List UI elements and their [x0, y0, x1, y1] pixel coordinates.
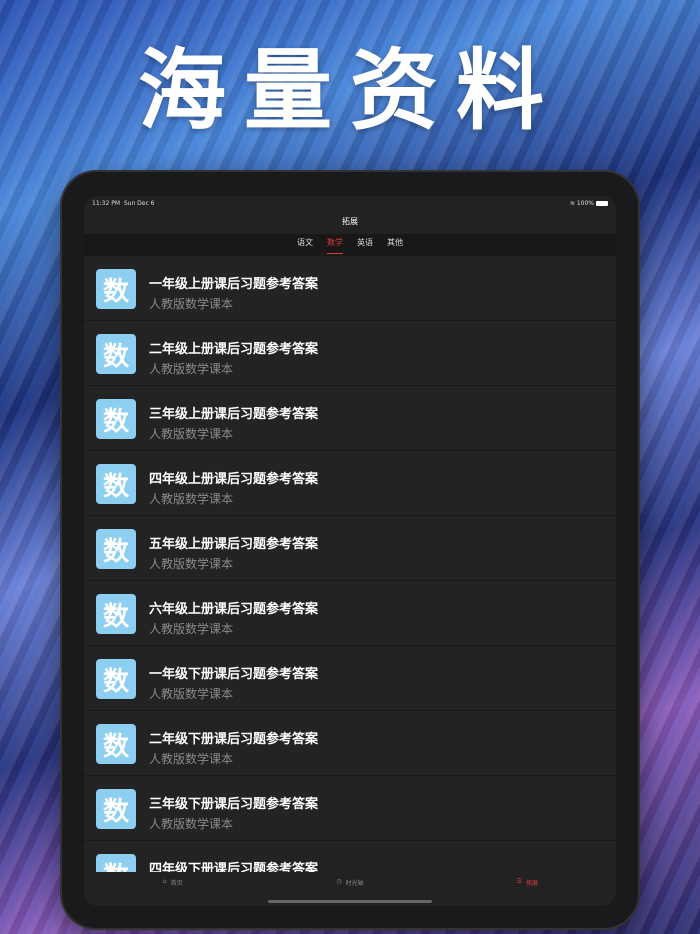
app-screen: 11:32 PM Sun Dec 6 ≋ 100% 拓展 语文 数学 英语 其他…	[84, 196, 616, 906]
math-icon: 数	[96, 594, 136, 634]
nav-title: 拓展	[342, 217, 358, 226]
battery-icon	[596, 200, 608, 206]
item-subtitle: 人教版数学课本	[149, 752, 234, 766]
math-icon: 数	[96, 724, 136, 764]
subject-tabs: 语文 数学 英语 其他	[84, 234, 616, 256]
item-title: 三年级上册课后习题参考答案	[149, 407, 319, 422]
list-item[interactable]: 数四年级上册课后习题参考答案 人教版数学课本	[84, 451, 616, 516]
math-icon: 数	[96, 399, 136, 439]
tab-english[interactable]: 英语	[357, 237, 373, 251]
item-title: 一年级下册课后习题参考答案	[149, 667, 319, 682]
home-icon: ⌂	[162, 878, 167, 885]
item-title: 四年级上册课后习题参考答案	[149, 472, 319, 487]
tab-math[interactable]: 数学	[327, 237, 343, 254]
tabbar-timeline-label: 时光轴	[345, 880, 364, 887]
wifi-icon: ≋	[569, 199, 575, 207]
status-time: 11:32 PM	[92, 199, 120, 207]
tabbar-home-label: 首页	[170, 880, 183, 887]
math-icon: 数	[96, 789, 136, 829]
item-subtitle: 人教版数学课本	[149, 557, 234, 571]
item-subtitle: 人教版数学课本	[149, 297, 234, 311]
item-title: 六年级上册课后习题参考答案	[149, 602, 319, 617]
math-icon: 数	[96, 529, 136, 569]
list-item[interactable]: 数四年级下册课后习题参考答案人教版数学课本	[84, 841, 616, 872]
math-icon: 数	[96, 334, 136, 374]
clock-icon: ◷	[336, 878, 342, 885]
headline: 海量资料	[137, 39, 562, 142]
tab-bar: ⌂ 首页 ◷ 时光轴 ☰ 拓展	[84, 872, 616, 906]
home-indicator	[268, 900, 432, 903]
list-icon: ☰	[516, 878, 522, 885]
item-title: 三年级下册课后习题参考答案	[149, 797, 319, 812]
list-item[interactable]: 数三年级上册课后习题参考答案 人教版数学课本	[84, 386, 616, 451]
list-item[interactable]: 数一年级下册课后习题参考答案 人教版数学课本	[84, 646, 616, 711]
list-item[interactable]: 数三年级下册课后习题参考答案 人教版数学课本	[84, 776, 616, 841]
tabbar-extend-label: 拓展	[526, 880, 539, 887]
item-title: 四年级下册课后习题参考答案	[149, 862, 319, 872]
tabbar-extend[interactable]: ☰ 拓展	[439, 872, 616, 906]
list-item[interactable]: 数六年级上册课后习题参考答案 人教版数学课本	[84, 581, 616, 646]
item-title: 二年级下册课后习题参考答案	[149, 732, 319, 747]
list-item[interactable]: 数五年级上册课后习题参考答案 人教版数学课本	[84, 516, 616, 581]
battery-text: 100%	[576, 199, 594, 207]
answer-list: 数一年级上册课后习题参考答案 人教版数学课本数二年级上册课后习题参考答案 人教版数学…	[84, 256, 616, 872]
item-subtitle: 人教版数学课本	[149, 492, 234, 506]
math-icon: 数	[96, 464, 136, 504]
math-icon: 数	[96, 269, 136, 309]
item-subtitle: 人教版数学课本	[149, 427, 234, 441]
item-subtitle: 人教版数学课本	[149, 687, 234, 701]
tabbar-home[interactable]: ⌂ 首页	[84, 872, 261, 906]
status-bar: 11:32 PM Sun Dec 6 ≋ 100%	[84, 196, 616, 210]
tab-other[interactable]: 其他	[387, 237, 403, 251]
math-icon: 数	[96, 659, 136, 699]
list-item[interactable]: 数一年级上册课后习题参考答案 人教版数学课本	[84, 256, 616, 321]
list-item[interactable]: 数二年级上册课后习题参考答案 人教版数学课本	[84, 321, 616, 386]
tab-chinese[interactable]: 语文	[297, 237, 313, 251]
list-item[interactable]: 数二年级下册课后习题参考答案 人教版数学课本	[84, 711, 616, 776]
status-date: Sun Dec 6	[123, 199, 155, 207]
item-subtitle: 人教版数学课本	[149, 817, 234, 831]
item-title: 二年级上册课后习题参考答案	[149, 342, 319, 357]
math-icon: 数	[96, 854, 136, 872]
item-subtitle: 人教版数学课本	[149, 622, 234, 636]
item-title: 一年级上册课后习题参考答案	[149, 277, 319, 292]
item-subtitle: 人教版数学课本	[149, 362, 234, 376]
item-title: 五年级上册课后习题参考答案	[149, 537, 319, 552]
